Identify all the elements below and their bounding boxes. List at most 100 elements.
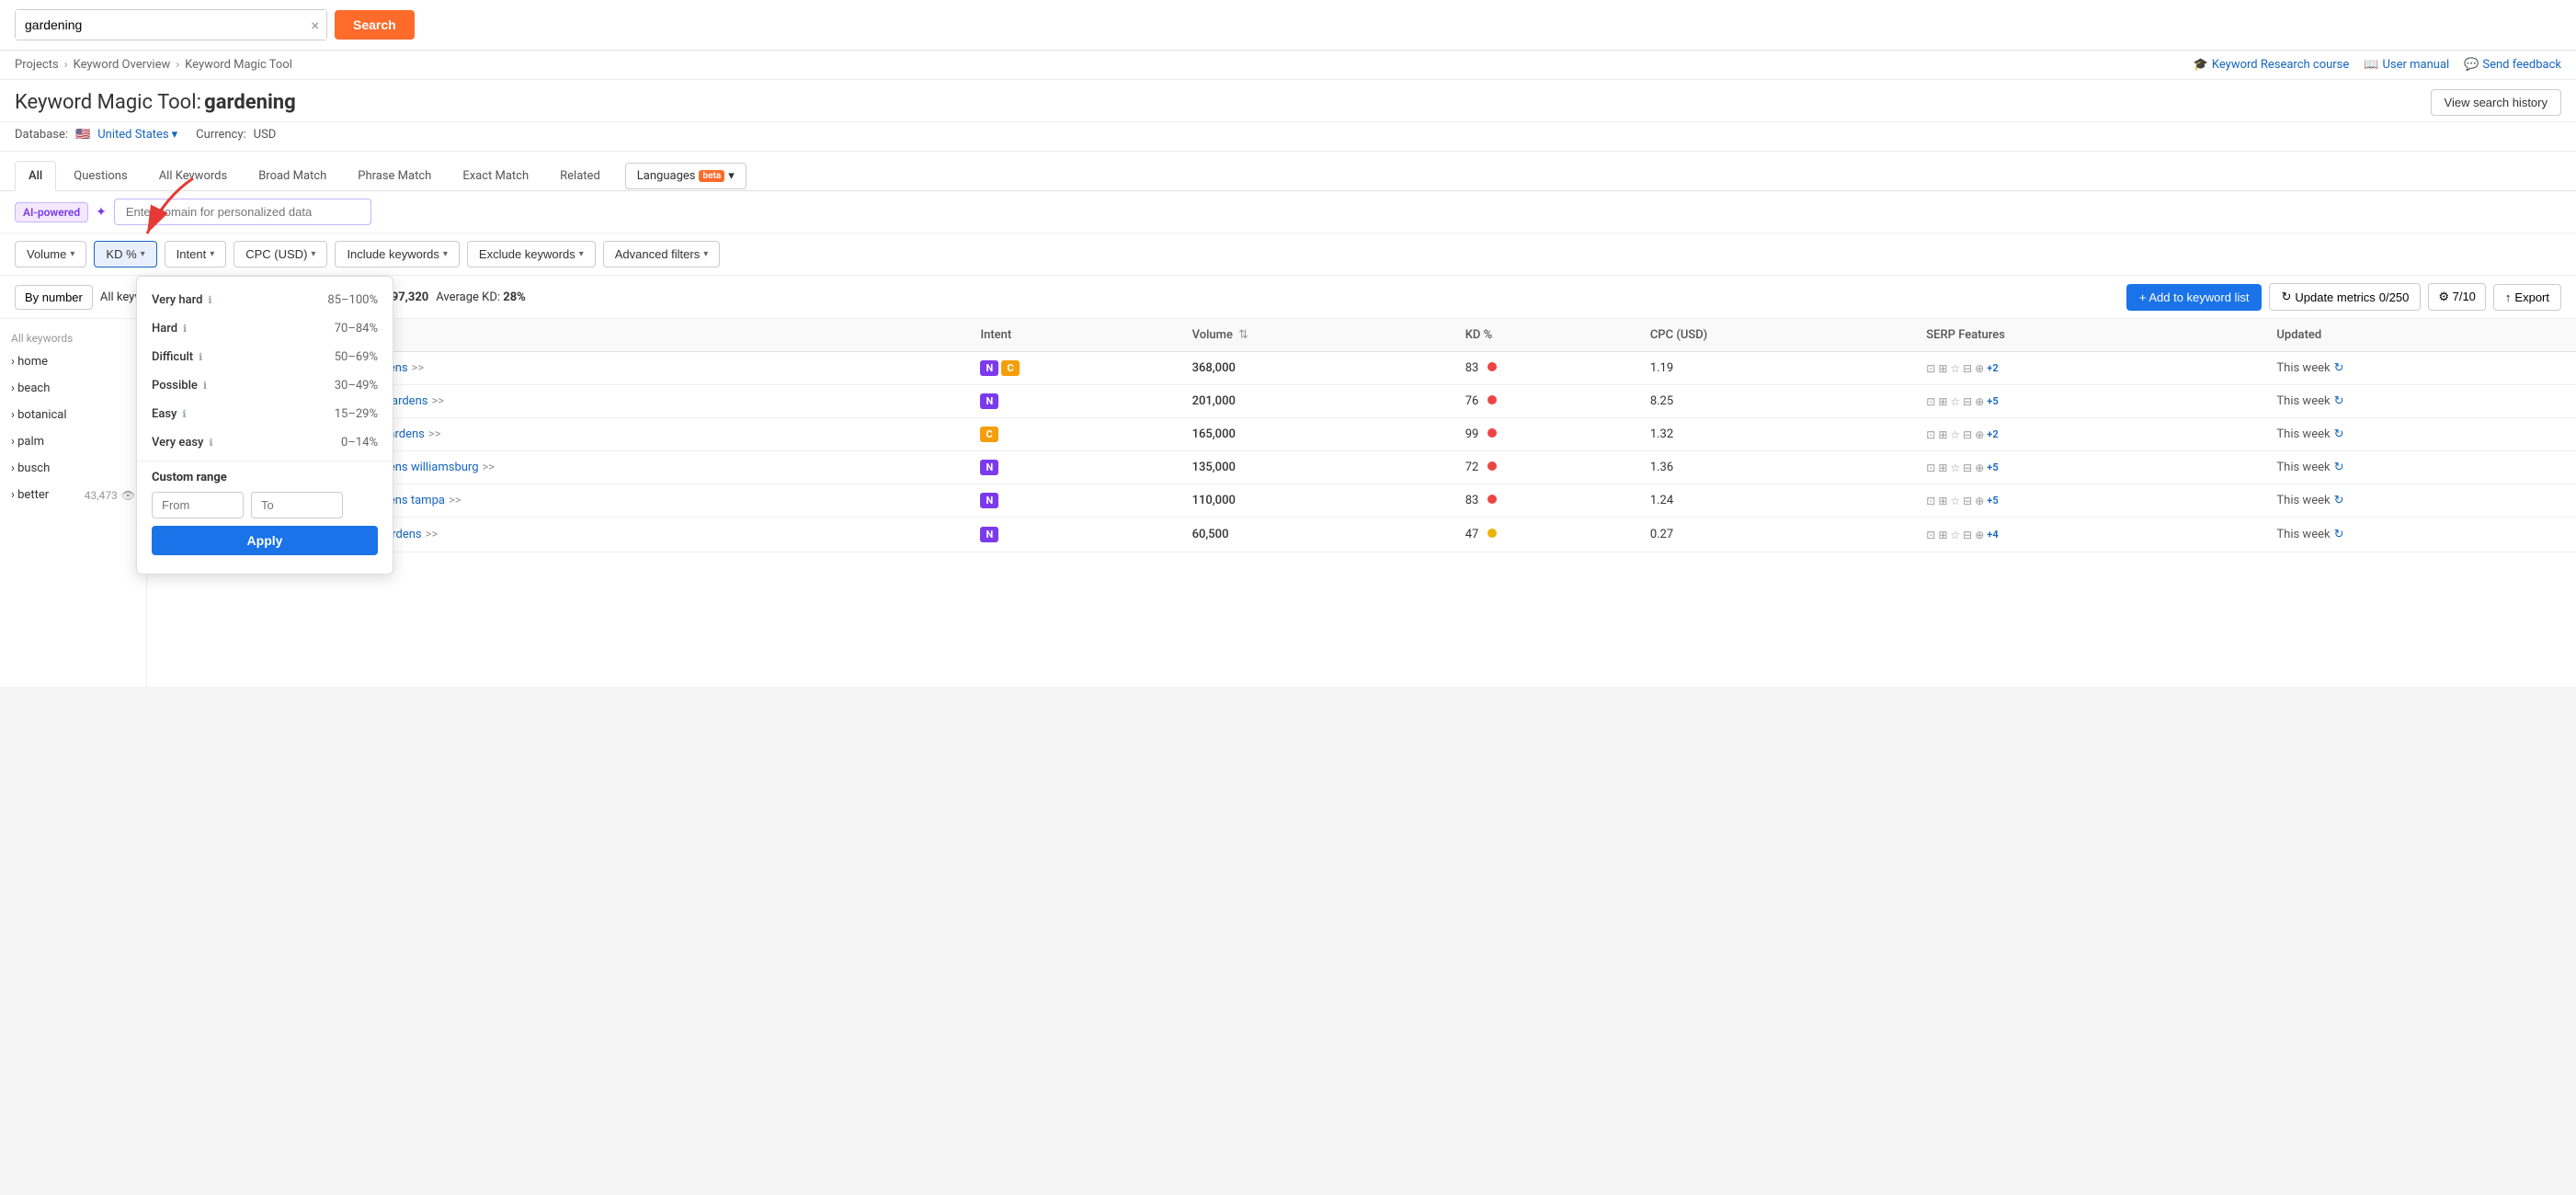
- tab-exact-match[interactable]: Exact Match: [449, 161, 542, 190]
- serp-icon-2[interactable]: ⊞: [1938, 529, 1947, 541]
- range-from-input[interactable]: [152, 492, 244, 518]
- ai-domain-input[interactable]: [114, 199, 371, 225]
- serp-icon-4[interactable]: ⊟: [1963, 362, 1972, 375]
- tab-all-keywords[interactable]: All Keywords: [145, 161, 242, 190]
- range-to-input[interactable]: [251, 492, 343, 518]
- serp-icon-4[interactable]: ⊟: [1963, 461, 1972, 474]
- include-keywords-filter[interactable]: Include keywords ▾: [335, 241, 459, 267]
- breadcrumb-keyword-overview[interactable]: Keyword Overview: [74, 58, 171, 72]
- keyword-link[interactable]: longwood gardens >>: [329, 394, 958, 408]
- feedback-link[interactable]: 💬 Send feedback: [2464, 58, 2561, 72]
- serp-icon-1[interactable]: ⊡: [1926, 529, 1935, 541]
- refresh-icon[interactable]: ↻: [2334, 394, 2344, 408]
- serp-icon-3[interactable]: ☆: [1950, 362, 1960, 375]
- keyword-link[interactable]: busch gardens >>: [329, 361, 958, 375]
- info-icon[interactable]: ℹ: [199, 351, 202, 363]
- apply-button[interactable]: Apply: [152, 526, 378, 555]
- info-icon[interactable]: ℹ: [203, 380, 207, 392]
- sidebar-item-busch[interactable]: › busch: [0, 455, 146, 482]
- keyword-link[interactable]: botanical gardens >>: [329, 427, 958, 441]
- kd-option-possible[interactable]: Possible ℹ 30–49%: [137, 371, 393, 400]
- gear-icon: ⚙: [2438, 290, 2449, 303]
- refresh-icon[interactable]: ↻: [2334, 461, 2344, 474]
- keyword-link[interactable]: busch gardens williamsburg >>: [329, 461, 958, 474]
- update-metrics-button[interactable]: ↻ Update metrics 0/250: [2269, 283, 2421, 311]
- kd-option-very-hard[interactable]: Very hard ℹ 85–100%: [137, 286, 393, 314]
- refresh-icon[interactable]: ↻: [2334, 427, 2344, 441]
- tab-broad-match[interactable]: Broad Match: [245, 161, 340, 190]
- settings-button[interactable]: ⚙ 7/10: [2428, 283, 2486, 311]
- sidebar-item-better[interactable]: › better 43,473 👁: [0, 482, 146, 508]
- serp-icon-2[interactable]: ⊞: [1938, 461, 1947, 474]
- refresh-icon[interactable]: ↻: [2334, 361, 2344, 375]
- chevron-down-icon: ▾: [579, 249, 584, 259]
- add-to-keyword-list-button[interactable]: + Add to keyword list: [2126, 284, 2263, 311]
- research-course-link[interactable]: 🎓 Keyword Research course: [2194, 58, 2350, 72]
- intent-badge-n: N: [980, 493, 998, 508]
- volume-filter[interactable]: Volume ▾: [15, 241, 86, 267]
- serp-icon-5[interactable]: ⊕: [1975, 395, 1984, 408]
- intent-badge-n: N: [980, 360, 998, 376]
- serp-icon-3[interactable]: ☆: [1950, 395, 1960, 408]
- serp-icon-1[interactable]: ⊡: [1926, 395, 1935, 408]
- serp-icon-3[interactable]: ☆: [1950, 529, 1960, 541]
- serp-cell: ⊡ ⊞ ☆ ⊟ ⊕ +5: [1915, 484, 2265, 518]
- serp-icon-5[interactable]: ⊕: [1975, 495, 1984, 507]
- search-input[interactable]: [16, 10, 326, 40]
- refresh-icon[interactable]: ↻: [2334, 528, 2344, 541]
- sidebar-item-botanical[interactable]: › botanical: [0, 402, 146, 428]
- sidebar-item-home[interactable]: › home: [0, 348, 146, 375]
- intent-filter[interactable]: Intent ▾: [165, 241, 227, 267]
- serp-icon-4[interactable]: ⊟: [1963, 495, 1972, 507]
- advanced-filters-button[interactable]: Advanced filters ▾: [603, 241, 721, 267]
- serp-icon-1[interactable]: ⊡: [1926, 428, 1935, 441]
- serp-icon-5[interactable]: ⊕: [1975, 529, 1984, 541]
- serp-icon-1[interactable]: ⊡: [1926, 362, 1935, 375]
- tab-questions[interactable]: Questions: [60, 161, 141, 190]
- kd-filter[interactable]: KD % ▾: [94, 241, 156, 267]
- search-button[interactable]: Search: [335, 10, 415, 40]
- kd-option-very-easy[interactable]: Very easy ℹ 0–14%: [137, 428, 393, 457]
- serp-icon-5[interactable]: ⊕: [1975, 461, 1984, 474]
- export-button[interactable]: ↑ Export: [2493, 284, 2561, 311]
- breadcrumb-projects[interactable]: Projects: [15, 58, 59, 72]
- serp-icon-2[interactable]: ⊞: [1938, 428, 1947, 441]
- sidebar-item-beach[interactable]: › beach: [0, 375, 146, 402]
- refresh-icon[interactable]: ↻: [2334, 494, 2344, 507]
- col-volume[interactable]: Volume ⇅: [1181, 319, 1454, 352]
- languages-button[interactable]: Languages beta ▾: [625, 163, 747, 189]
- serp-icon-4[interactable]: ⊟: [1963, 428, 1972, 441]
- info-icon[interactable]: ℹ: [208, 294, 211, 306]
- tab-all[interactable]: All: [15, 161, 56, 191]
- serp-icon-3[interactable]: ☆: [1950, 428, 1960, 441]
- clear-icon[interactable]: ×: [311, 17, 319, 34]
- kd-option-easy[interactable]: Easy ℹ 15–29%: [137, 400, 393, 428]
- kd-option-difficult[interactable]: Difficult ℹ 50–69%: [137, 343, 393, 371]
- serp-icon-5[interactable]: ⊕: [1975, 428, 1984, 441]
- info-icon[interactable]: ℹ: [183, 323, 187, 335]
- serp-icon-2[interactable]: ⊞: [1938, 362, 1947, 375]
- serp-icon-2[interactable]: ⊞: [1938, 395, 1947, 408]
- serp-icon-1[interactable]: ⊡: [1926, 461, 1935, 474]
- info-icon[interactable]: ℹ: [182, 408, 186, 420]
- keyword-link[interactable]: callaway gardens >>: [329, 528, 958, 541]
- serp-icon-1[interactable]: ⊡: [1926, 495, 1935, 507]
- country-link[interactable]: United States ▾: [97, 128, 177, 142]
- view-history-button[interactable]: View search history: [2431, 89, 2561, 116]
- keyword-link[interactable]: busch gardens tampa >>: [329, 494, 958, 507]
- serp-icon-4[interactable]: ⊟: [1963, 395, 1972, 408]
- serp-icon-3[interactable]: ☆: [1950, 495, 1960, 507]
- tab-related[interactable]: Related: [546, 161, 614, 190]
- cpc-filter[interactable]: CPC (USD) ▾: [234, 241, 327, 267]
- sidebar-item-palm[interactable]: › palm: [0, 428, 146, 455]
- serp-icon-3[interactable]: ☆: [1950, 461, 1960, 474]
- kd-option-hard[interactable]: Hard ℹ 70–84%: [137, 314, 393, 343]
- serp-icon-5[interactable]: ⊕: [1975, 362, 1984, 375]
- tab-phrase-match[interactable]: Phrase Match: [344, 161, 445, 190]
- exclude-keywords-filter[interactable]: Exclude keywords ▾: [467, 241, 596, 267]
- serp-icon-4[interactable]: ⊟: [1963, 529, 1972, 541]
- user-manual-link[interactable]: 📖 User manual: [2364, 58, 2449, 72]
- group-by-button[interactable]: By number: [15, 285, 93, 310]
- info-icon[interactable]: ℹ: [209, 437, 212, 449]
- serp-icon-2[interactable]: ⊞: [1938, 495, 1947, 507]
